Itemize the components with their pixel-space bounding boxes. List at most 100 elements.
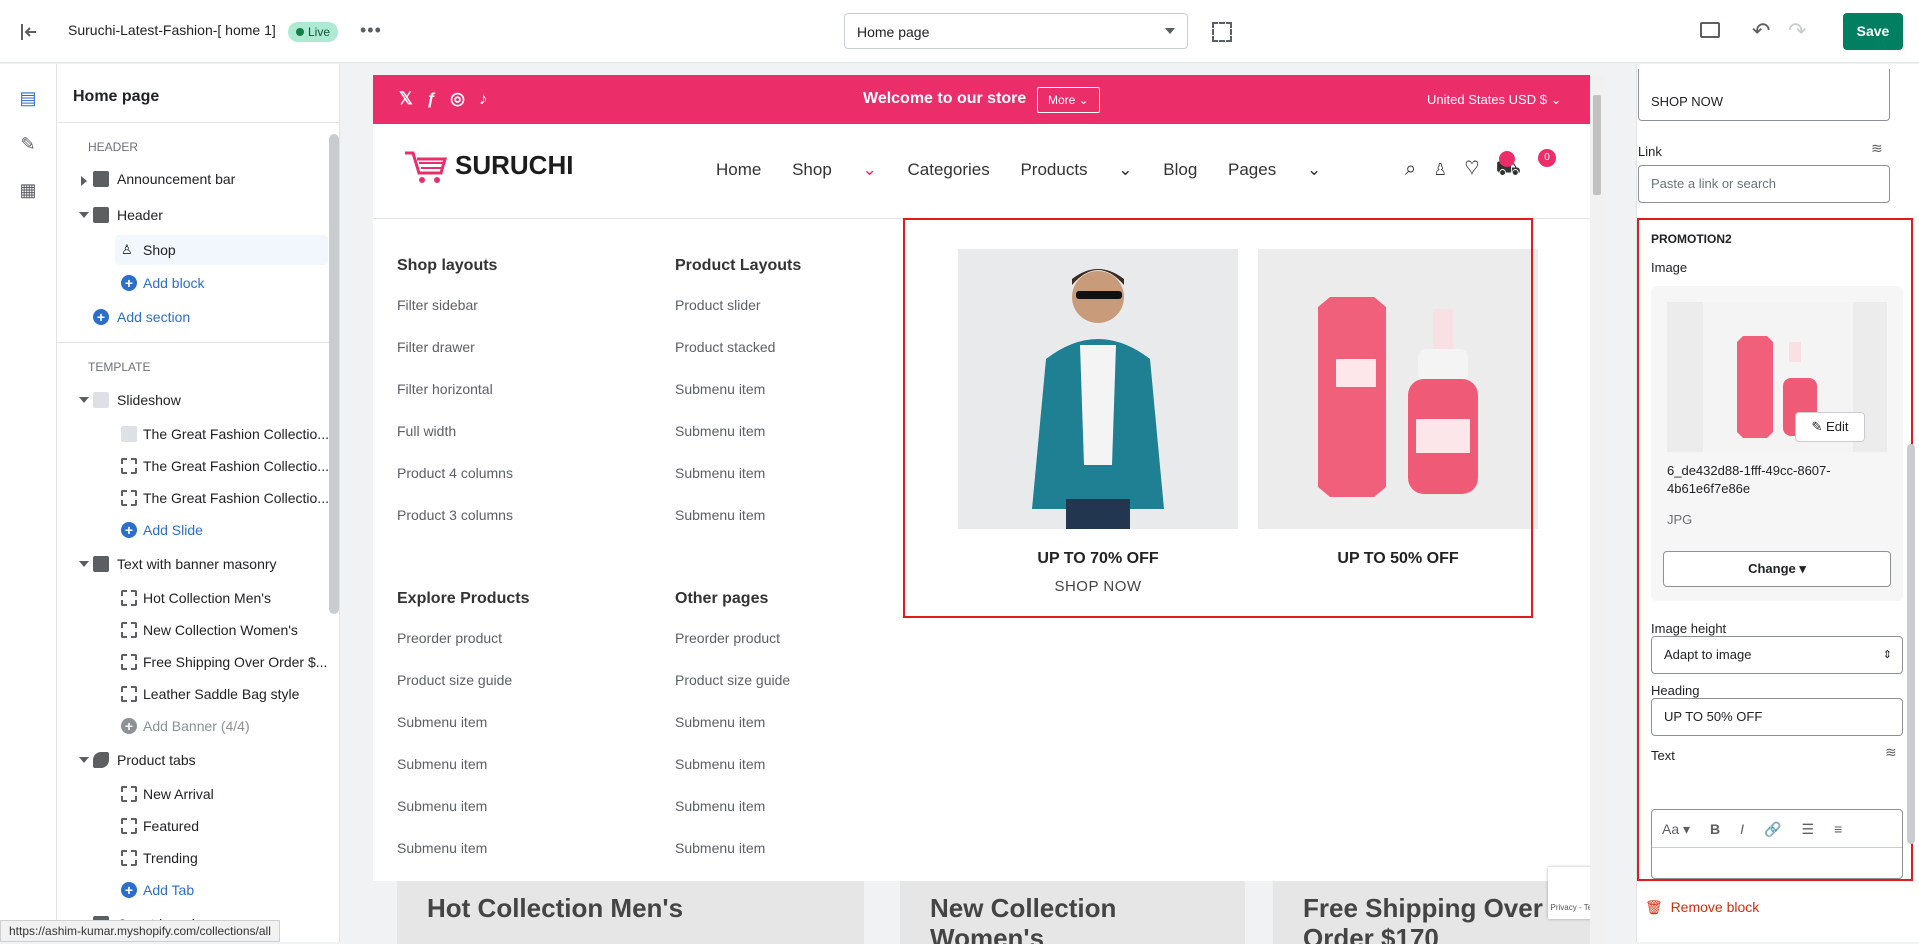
- block-banner[interactable]: New Collection Women's: [115, 615, 328, 645]
- font-size-icon[interactable]: Aa ▾: [1662, 821, 1690, 837]
- dynamic-source-icon[interactable]: ≋: [1871, 140, 1883, 157]
- menu-link[interactable]: Submenu item: [397, 798, 529, 840]
- menu-link[interactable]: Product size guide: [675, 672, 790, 714]
- search-icon[interactable]: ⌕: [1405, 158, 1432, 180]
- block-banner[interactable]: Free Shipping Over Order $...: [115, 647, 328, 677]
- menu-link[interactable]: Submenu item: [675, 507, 801, 549]
- dynamic-source-icon[interactable]: ≋: [1885, 744, 1897, 761]
- bold-icon[interactable]: B: [1710, 821, 1720, 837]
- account-icon[interactable]: ♙: [1432, 158, 1464, 180]
- menu-link[interactable]: Preorder product: [397, 630, 529, 672]
- menu-products[interactable]: Products ⌄: [1020, 160, 1132, 179]
- menu-shop[interactable]: Shop ⌄: [792, 160, 877, 179]
- menu-link[interactable]: Product slider: [675, 297, 801, 339]
- menu-link[interactable]: Product 4 columns: [397, 465, 513, 507]
- menu-home[interactable]: Home: [716, 160, 761, 179]
- preview-scrollbar[interactable]: [1590, 75, 1604, 944]
- currency-selector[interactable]: United States USD $ ⌄: [1427, 92, 1561, 108]
- menu-link[interactable]: Submenu item: [675, 465, 801, 507]
- column-heading[interactable]: Other pages: [675, 590, 790, 608]
- rich-text-editor[interactable]: Aa ▾ B I 🔗 ☰ ≡: [1651, 809, 1903, 879]
- menu-pages[interactable]: Pages ⌄: [1228, 160, 1321, 179]
- menu-link[interactable]: Full width: [397, 423, 513, 465]
- divider: [57, 122, 339, 123]
- menu-link[interactable]: Submenu item: [675, 381, 801, 423]
- banner-card[interactable]: Free Shipping Over Order $170: [1273, 881, 1590, 944]
- more-actions-button[interactable]: •••: [360, 20, 382, 41]
- menu-link[interactable]: Product size guide: [397, 672, 529, 714]
- banner-card[interactable]: New Collection Women's: [900, 881, 1245, 944]
- heading-input[interactable]: UP TO 50% OFF: [1651, 698, 1903, 736]
- settings-scrollbar[interactable]: [1907, 444, 1915, 844]
- block-banner[interactable]: Hot Collection Men's: [115, 583, 328, 613]
- scroll-thumb[interactable]: [1593, 95, 1601, 195]
- image-height-select[interactable]: Adapt to image ⇕: [1651, 636, 1903, 674]
- block-slide[interactable]: The Great Fashion Collectio...: [115, 419, 328, 449]
- theme-settings-icon[interactable]: ✎: [16, 132, 40, 156]
- column-heading[interactable]: Explore Products: [397, 590, 529, 608]
- page-select[interactable]: Home page: [844, 13, 1188, 49]
- store-logo[interactable]: SURUCHI: [403, 149, 573, 185]
- menu-link[interactable]: Submenu item: [397, 714, 529, 756]
- edit-image-button[interactable]: ✎ Edit: [1795, 412, 1865, 442]
- link-input[interactable]: Paste a link or search: [1638, 165, 1890, 203]
- sidebar-scrollbar[interactable]: [329, 134, 339, 614]
- exit-icon[interactable]: [16, 20, 40, 44]
- section-header[interactable]: Header: [61, 200, 321, 230]
- add-block-button[interactable]: + Add block: [115, 268, 328, 298]
- block-slide[interactable]: The Great Fashion Collectio...: [115, 483, 328, 513]
- undo-icon[interactable]: ↶: [1752, 18, 1770, 44]
- numbered-list-icon[interactable]: ≡: [1834, 821, 1842, 837]
- column-heading[interactable]: Shop layouts: [397, 257, 513, 275]
- section-product-tabs[interactable]: Product tabs: [61, 745, 321, 775]
- menu-link[interactable]: Filter sidebar: [397, 297, 513, 339]
- add-slide-button[interactable]: + Add Slide: [115, 515, 328, 545]
- banner-card[interactable]: Hot Collection Men's: [397, 881, 864, 944]
- menu-link[interactable]: Filter drawer: [397, 339, 513, 381]
- menu-link[interactable]: Preorder product: [675, 630, 790, 672]
- section-text-with-banner-masonry[interactable]: Text with banner masonry: [61, 549, 321, 579]
- wishlist-icon[interactable]: ♡: [1464, 158, 1495, 180]
- block-banner[interactable]: Leather Saddle Bag style: [115, 679, 328, 709]
- menu-link[interactable]: Submenu item: [675, 756, 790, 798]
- change-image-button[interactable]: Change ▾: [1663, 551, 1891, 587]
- menu-link[interactable]: Filter horizontal: [397, 381, 513, 423]
- apps-icon[interactable]: ▦: [16, 178, 40, 202]
- browser-status-url: https://ashim-kumar.myshopify.com/collec…: [0, 920, 280, 942]
- inspector-icon[interactable]: [1212, 22, 1232, 42]
- sections-icon[interactable]: ▤: [8, 80, 48, 116]
- block-tab[interactable]: Featured: [115, 811, 328, 841]
- italic-icon[interactable]: I: [1740, 821, 1744, 837]
- section-announcement-bar[interactable]: Announcement bar: [61, 164, 321, 194]
- desktop-icon[interactable]: [1700, 22, 1720, 38]
- text-field[interactable]: SHOP NOW: [1638, 69, 1890, 121]
- block-shop[interactable]: ♙ Shop: [115, 235, 328, 265]
- bullet-list-icon[interactable]: ☰: [1802, 821, 1815, 837]
- save-button[interactable]: Save: [1843, 13, 1903, 50]
- menu-link[interactable]: Submenu item: [397, 756, 529, 798]
- menu-link[interactable]: Submenu item: [675, 840, 790, 882]
- menu-link[interactable]: Submenu item: [675, 423, 801, 465]
- menu-link[interactable]: Product 3 columns: [397, 507, 513, 549]
- menu-categories[interactable]: Categories: [908, 160, 990, 179]
- social-icons[interactable]: 𝕏ƒ◎♪: [399, 89, 501, 109]
- menu-link[interactable]: Submenu item: [675, 714, 790, 756]
- add-tab-button[interactable]: + Add Tab: [115, 875, 328, 905]
- menu-link[interactable]: Submenu item: [397, 840, 529, 882]
- more-button[interactable]: More ⌄: [1037, 87, 1100, 113]
- section-slideshow[interactable]: Slideshow: [61, 385, 321, 415]
- redo-icon[interactable]: ↷: [1788, 18, 1806, 44]
- menu-link[interactable]: Product stacked: [675, 339, 801, 381]
- block-label: Trending: [143, 850, 198, 866]
- menu-blog[interactable]: Blog: [1163, 160, 1197, 179]
- image-icon: [93, 392, 109, 408]
- more-label: More: [1048, 93, 1076, 107]
- menu-link[interactable]: Submenu item: [675, 798, 790, 840]
- block-slide[interactable]: The Great Fashion Collectio...: [115, 451, 328, 481]
- block-tab[interactable]: New Arrival: [115, 779, 328, 809]
- remove-block-button[interactable]: 🗑 Remove block: [1645, 899, 1759, 916]
- block-tab[interactable]: Trending: [115, 843, 328, 873]
- add-section-button[interactable]: + Add section: [61, 302, 321, 332]
- link-icon[interactable]: 🔗: [1764, 821, 1781, 837]
- column-heading[interactable]: Product Layouts: [675, 257, 801, 275]
